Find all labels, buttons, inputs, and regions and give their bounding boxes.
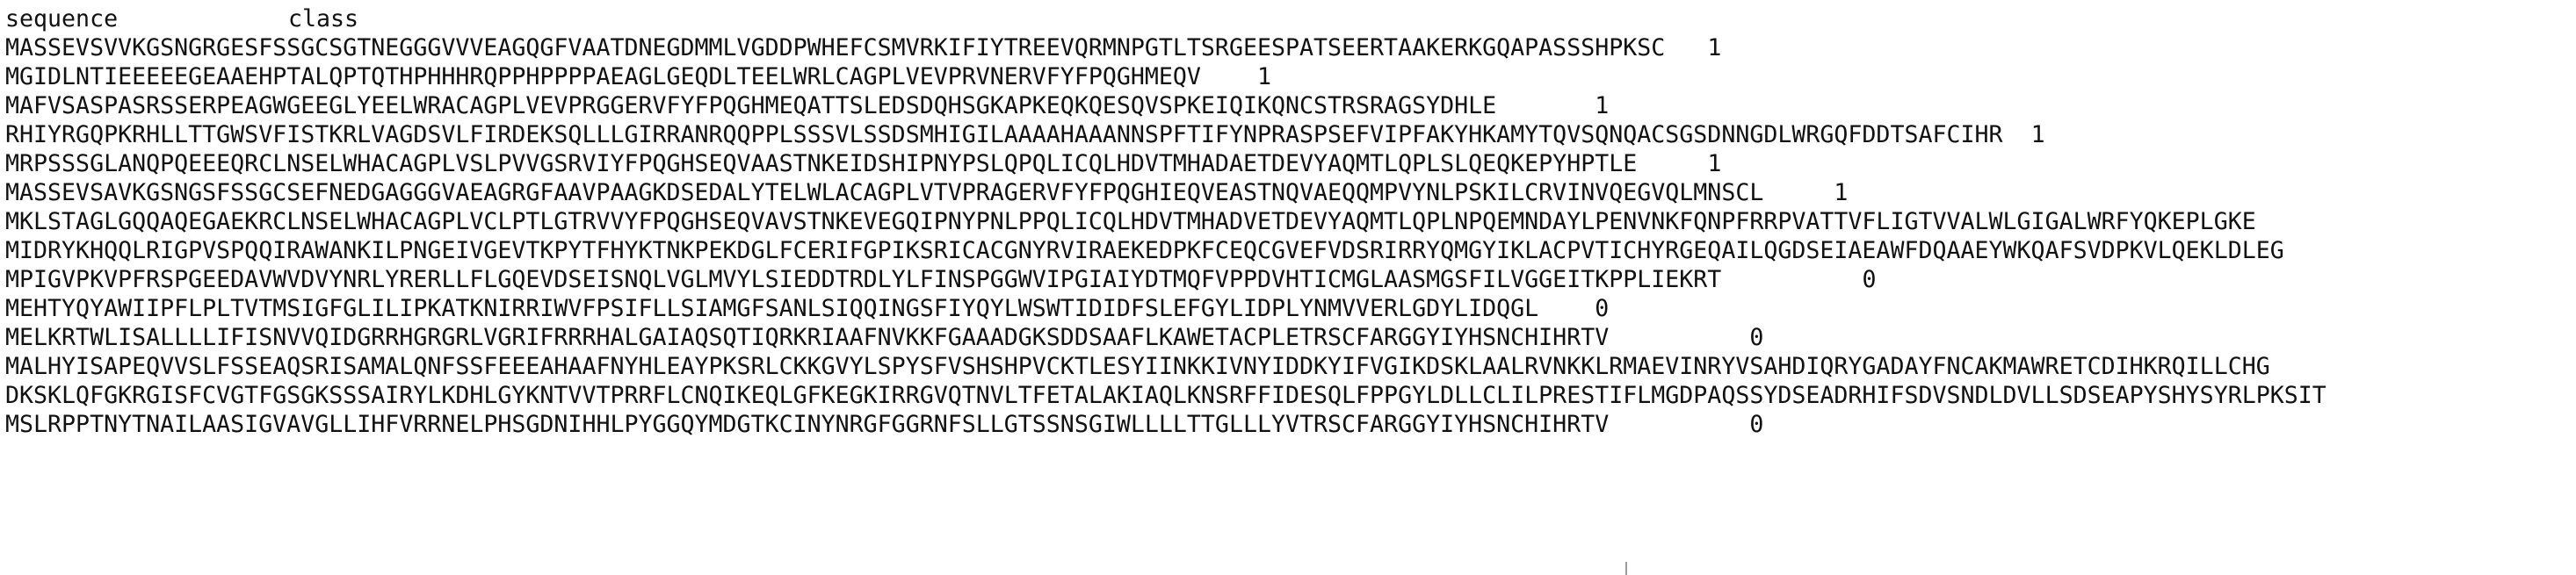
sequence-cell: MASSEVSAVKGSNGSFSSGCSEFNEDGAGGGVAEAGRGFA…	[5, 179, 1764, 206]
sequence-cell: MAFVSASPASRSSERPEAGWGEEGLYEELWRACAGPLVEV…	[5, 92, 1497, 119]
data-row: MKLSTAGLGQQAQEGAEKRCLNSELWHACAGPLVCLPTLG…	[5, 207, 2256, 236]
data-row: DKSKLQFGKRGISFCVGTFGSGKSSSAIRYLKDHLGYKNT…	[5, 381, 2326, 410]
sequence-cell: MELKRTWLISALLLLIFISNVVQIDGRRHGRGRLVGRIFR…	[5, 324, 1610, 351]
dataframe-output: sequence class MASSEVSVVKGSNGRGESFSSGCSG…	[0, 0, 2576, 575]
sequence-cell: MIDRYKHQQLRIGPVSPQQIRAWANKILPNGEIVGEVTKP…	[5, 237, 2284, 264]
data-row: MASSEVSAVKGSNGSFSSGCSEFNEDGAGGGVAEAGRGFA…	[5, 178, 1848, 207]
sequence-cell: DKSKLQFGKRGISFCVGTFGSGKSSSAIRYLKDHLGYKNT…	[5, 382, 2326, 409]
class-cell: 0	[1862, 266, 1877, 293]
text-cursor-mark	[1625, 562, 1627, 575]
class-cell: 1	[2030, 121, 2045, 148]
header-class: class	[288, 5, 359, 32]
header-sequence: sequence	[5, 5, 119, 32]
sequence-cell: MKLSTAGLGQQAQEGAEKRCLNSELWHACAGPLVCLPTLG…	[5, 208, 2256, 235]
class-cell: 0	[1749, 324, 1764, 351]
class-cell: 1	[1834, 179, 1849, 206]
data-row: MAFVSASPASRSSERPEAGWGEEGLYEELWRACAGPLVEV…	[5, 91, 1609, 120]
data-row: MEHTYQYAWIIPFLPLTVTMSIGFGLILIPKATKNIRRIW…	[5, 294, 1609, 323]
sequence-cell: MALHYISAPEQVVSLFSSEAQSRISAMALQNFSSFEEEAH…	[5, 353, 2270, 380]
sequence-cell: MASSEVSVVKGSNGRGESFSSGCSGTNEGGGVVVEAGQGF…	[5, 34, 1666, 61]
data-row: MSLRPPTNYTNAILAASIGVAVGLLIHFVRRNELPHSGDN…	[5, 410, 1763, 439]
class-cell: 1	[1595, 92, 1610, 119]
data-row: MASSEVSVVKGSNGRGESFSSGCSGTNEGGGVVVEAGQGF…	[5, 33, 1721, 62]
sequence-cell: MPIGVPKVPFRSPGEEDAVWVDVYNRLYRERLLFLGQEVD…	[5, 266, 1722, 293]
sequence-cell: MRPSSSGLANQPQEEEQRCLNSELWHACAGPLVSLPVVGS…	[5, 150, 1638, 177]
class-cell: 0	[1595, 295, 1610, 322]
data-row: MPIGVPKVPFRSPGEEDAVWVDVYNRLYRERLLFLGQEVD…	[5, 265, 1876, 294]
data-row: MELKRTWLISALLLLIFISNVVQIDGRRHGRGRLVGRIFR…	[5, 323, 1763, 352]
data-row: MGIDLNTIEEEEEGEAAEHPTALQPTQTHPHHHRQPPHPP…	[5, 62, 1271, 91]
sequence-cell: MGIDLNTIEEEEEGEAAEHPTALQPTQTHPHHHRQPPHPP…	[5, 63, 1201, 90]
data-row: MALHYISAPEQVVSLFSSEAQSRISAMALQNFSSFEEEAH…	[5, 352, 2270, 381]
data-row: MRPSSSGLANQPQEEEQRCLNSELWHACAGPLVSLPVVGS…	[5, 149, 1721, 178]
data-row: RHIYRGQPKRHLLTTGWSVFISTKRLVAGDSVLFIRDEKS…	[5, 120, 2045, 149]
class-cell: 1	[1256, 63, 1271, 90]
sequence-cell: MEHTYQYAWIIPFLPLTVTMSIGFGLILIPKATKNIRRIW…	[5, 295, 1539, 322]
class-cell: 1	[1707, 150, 1722, 177]
header-row: sequence class	[5, 4, 358, 33]
class-cell: 1	[1707, 34, 1722, 61]
class-cell: 0	[1749, 411, 1764, 438]
data-row: MIDRYKHQQLRIGPVSPQQIRAWANKILPNGEIVGEVTKP…	[5, 236, 2284, 265]
sequence-cell: RHIYRGQPKRHLLTTGWSVFISTKRLVAGDSVLFIRDEKS…	[5, 121, 2003, 148]
sequence-cell: MSLRPPTNYTNAILAASIGVAVGLLIHFVRRNELPHSGDN…	[5, 411, 1610, 438]
